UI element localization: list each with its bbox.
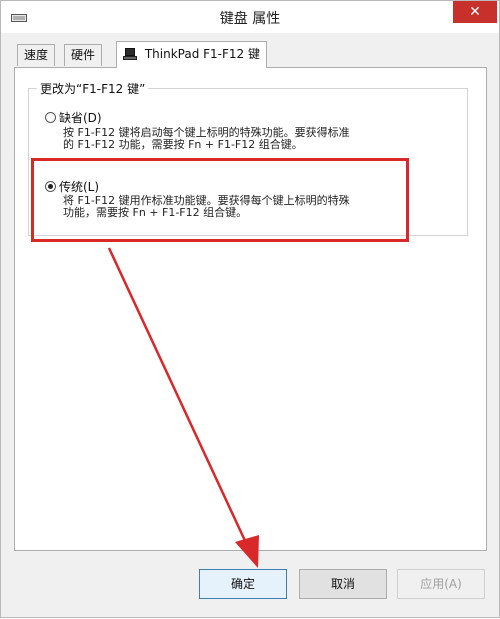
cancel-button-label: 取消	[330, 577, 355, 591]
close-icon: ✕	[469, 4, 481, 20]
window-title: 键盘 属性	[219, 11, 281, 27]
group-legend: 更改为“F1-F12 键”	[37, 80, 149, 97]
radio-default-label: 缺省(D)	[59, 111, 102, 125]
tab-panel: 更改为“F1-F12 键” 缺省(D) 按 F1-F12 键将启动每个键上标明的…	[14, 67, 487, 551]
tab-speed-label: 速度	[24, 48, 49, 62]
tab-thinkpad-f-keys[interactable]: ThinkPad F1-F12 键	[116, 41, 267, 68]
default-desc-line2: 的 F1-F12 功能，需要按 Fn + F1-F12 组合键。	[63, 138, 303, 151]
title-bar[interactable]: 键盘 属性 ✕	[1, 1, 499, 33]
tab-speed[interactable]: 速度	[17, 44, 56, 66]
apply-button-label: 应用(A)	[420, 577, 462, 591]
default-description: 按 F1-F12 键将启动每个键上标明的特殊功能。要获得标准 的 F1-F12 …	[63, 127, 423, 151]
ok-button[interactable]: 确定	[199, 569, 287, 599]
tab-hardware[interactable]: 硬件	[64, 44, 103, 66]
radio-default[interactable]: 缺省(D)	[45, 109, 102, 126]
radio-default-circle[interactable]	[45, 112, 56, 123]
keyboard-properties-window: 键盘 属性 ✕ 速度 硬件 ThinkPad F1-F12 键 更改为“F1-F…	[0, 0, 500, 618]
tab-hardware-label: 硬件	[71, 48, 96, 62]
highlight-box	[31, 158, 409, 242]
laptop-icon	[123, 48, 137, 60]
tab-thinkpad-label: ThinkPad F1-F12 键	[144, 47, 260, 61]
ok-button-label: 确定	[230, 577, 255, 591]
apply-button[interactable]: 应用(A)	[397, 569, 485, 599]
close-button[interactable]: ✕	[453, 1, 497, 23]
cancel-button[interactable]: 取消	[299, 569, 387, 599]
